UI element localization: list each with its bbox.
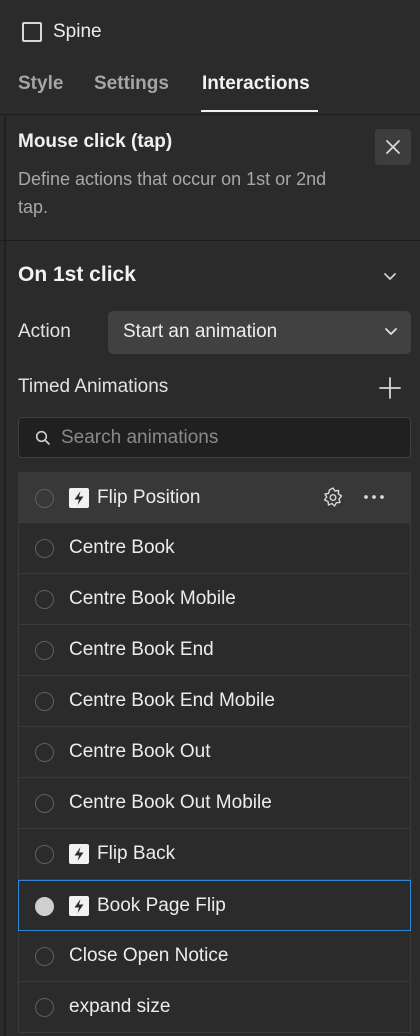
close-icon	[386, 140, 400, 154]
animation-row[interactable]: Centre Book Out	[18, 727, 411, 778]
animation-name: expand size	[69, 996, 171, 1017]
animation-radio[interactable]	[35, 794, 54, 813]
divider	[0, 240, 420, 241]
action-select-value: Start an animation	[123, 321, 278, 342]
plus-icon[interactable]	[378, 376, 402, 400]
interactions-panel: Spine Style Settings Interactions Mouse …	[0, 0, 420, 1036]
search-input[interactable]	[61, 424, 391, 452]
tab-bar: Style Settings Interactions	[0, 62, 420, 114]
animation-row[interactable]: Centre Book Out Mobile	[18, 778, 411, 829]
section-title: On 1st click	[18, 263, 136, 286]
animation-row[interactable]: Centre Book Mobile	[18, 574, 411, 625]
search-icon	[35, 430, 50, 445]
animation-row[interactable]: Flip Back	[18, 829, 411, 880]
animation-row[interactable]: Centre Book	[18, 523, 411, 574]
divider	[0, 114, 420, 115]
animation-radio[interactable]	[35, 692, 54, 711]
animation-name: Centre Book Mobile	[69, 588, 236, 609]
active-tab-indicator	[201, 110, 318, 112]
element-checkbox[interactable]	[22, 22, 42, 42]
animation-radio[interactable]	[35, 743, 54, 762]
timed-animations-label: Timed Animations	[18, 376, 169, 397]
animation-list: Flip Position Centre Book Centre Book Mobi…	[18, 472, 411, 1033]
search-box	[18, 417, 411, 458]
animation-name: Flip Back	[97, 843, 176, 864]
animation-name: Centre Book End	[69, 639, 214, 660]
animation-radio[interactable]	[35, 947, 54, 966]
animation-name: Centre Book	[69, 537, 175, 558]
animation-radio[interactable]	[35, 641, 54, 660]
animation-radio[interactable]	[35, 590, 54, 609]
animation-radio[interactable]	[35, 539, 54, 558]
animation-row[interactable]: Flip Position	[18, 472, 411, 523]
action-select[interactable]: Start an animation	[108, 311, 411, 354]
animation-radio[interactable]	[35, 489, 54, 508]
chevron-down-icon[interactable]	[382, 270, 398, 284]
trigger-title: Mouse click (tap)	[18, 131, 173, 152]
animation-name: Flip Position	[97, 487, 201, 508]
tab-style[interactable]: Style	[18, 73, 63, 95]
panel-border	[4, 114, 6, 1036]
animation-row[interactable]: Close Open Notice	[18, 931, 411, 982]
animation-row[interactable]: Centre Book End	[18, 625, 411, 676]
animation-name: Centre Book End Mobile	[69, 690, 275, 711]
lightning-icon	[69, 488, 89, 508]
animation-name: Centre Book Out	[69, 741, 211, 762]
animation-row[interactable]: Book Page Flip	[18, 880, 411, 931]
lightning-icon	[69, 844, 89, 864]
tab-interactions[interactable]: Interactions	[202, 73, 310, 95]
animation-name: Centre Book Out Mobile	[69, 792, 272, 813]
chevron-down-icon	[385, 328, 397, 335]
tab-settings[interactable]: Settings	[94, 73, 169, 95]
animation-radio[interactable]	[35, 998, 54, 1017]
lightning-icon	[69, 896, 89, 916]
animation-row[interactable]: expand size	[18, 982, 411, 1033]
animation-row[interactable]: Centre Book End Mobile	[18, 676, 411, 727]
animation-radio[interactable]	[35, 897, 54, 916]
element-header: Spine	[0, 0, 420, 62]
animation-radio[interactable]	[35, 845, 54, 864]
animation-name: Close Open Notice	[69, 945, 229, 966]
trigger-description: Define actions that occur on 1st or 2nd …	[18, 169, 327, 217]
action-label: Action	[18, 321, 71, 342]
animation-name: Book Page Flip	[97, 895, 226, 916]
close-button[interactable]	[375, 129, 411, 165]
gear-icon[interactable]	[322, 486, 344, 508]
more-options-icon[interactable]	[362, 487, 386, 507]
element-title: Spine	[53, 21, 102, 42]
